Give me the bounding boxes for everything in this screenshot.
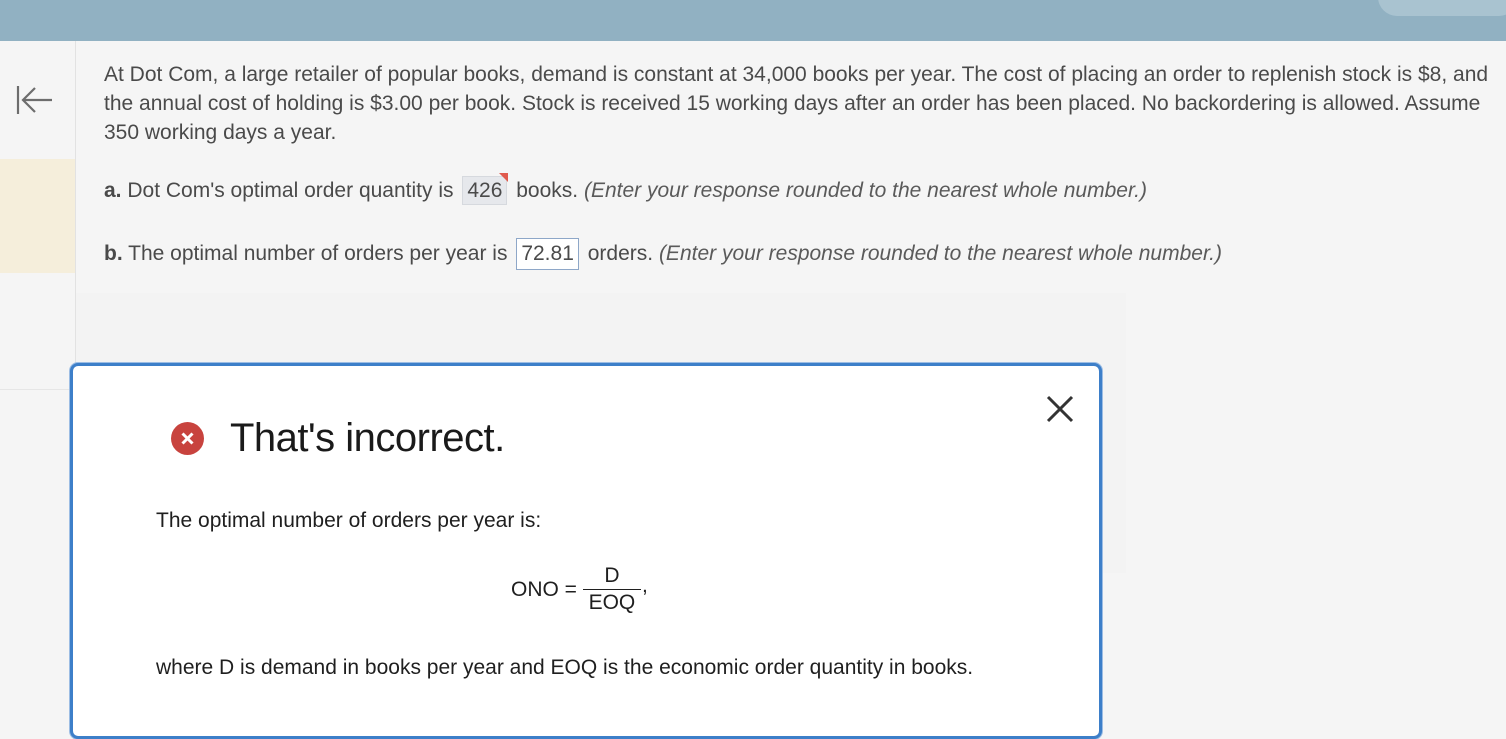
feedback-status: That's incorrect. <box>171 416 505 461</box>
feedback-dialog: That's incorrect. The optimal number of … <box>70 363 1102 739</box>
question-b: b. The optimal number of orders per year… <box>104 238 1222 270</box>
formula-numerator: D <box>604 564 620 587</box>
answer-a-value: 426 <box>467 179 503 202</box>
top-bar <box>0 0 1506 41</box>
incorrect-marker <box>499 173 509 182</box>
answer-b-value: 72.81 <box>521 242 574 265</box>
collapse-left-icon <box>16 86 52 114</box>
close-icon <box>1046 395 1074 423</box>
question-b-suffix: orders. <box>587 242 654 265</box>
question-b-prefix: The optimal number of orders per year is <box>128 242 508 265</box>
error-x-icon <box>171 422 204 455</box>
ono-formula: ONO = D EOQ , <box>511 563 648 616</box>
question-b-hint: (Enter your response rounded to the near… <box>658 242 1222 265</box>
answer-b-field[interactable]: 72.81 <box>516 238 579 270</box>
formula-trailing: , <box>641 573 648 597</box>
feedback-status-text: That's incorrect. <box>230 416 505 460</box>
question-a-suffix: books. <box>516 179 579 202</box>
formula-denominator: EOQ <box>588 591 636 614</box>
answer-a-field[interactable]: 426 <box>462 173 509 205</box>
feedback-where-text: where D is demand in books per year and … <box>156 656 974 679</box>
feedback-explanation: The optimal number of orders per year is… <box>156 509 542 532</box>
top-bar-pill[interactable] <box>1378 0 1506 16</box>
question-b-label: b. <box>104 242 123 265</box>
left-rail <box>0 41 76 724</box>
collapse-panel-button[interactable] <box>12 80 56 120</box>
close-dialog-button[interactable] <box>1041 390 1079 428</box>
problem-statement: At Dot Com, a large retailer of popular … <box>104 63 1489 144</box>
formula-lhs: ONO = <box>511 577 577 601</box>
formula-fraction: D EOQ <box>582 563 641 616</box>
question-a-label: a. <box>104 179 122 202</box>
left-rail-active-section <box>0 159 75 273</box>
question-a: a. Dot Com's optimal order quantity is 4… <box>104 173 1147 205</box>
question-a-prefix: Dot Com's optimal order quantity is <box>127 179 454 202</box>
left-rail-divider <box>0 389 75 390</box>
question-a-hint: (Enter your response rounded to the near… <box>583 179 1147 202</box>
